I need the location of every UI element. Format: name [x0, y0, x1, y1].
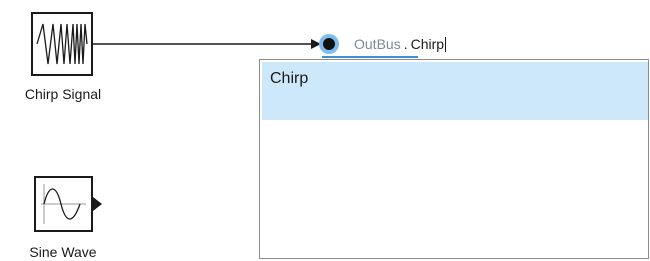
bus-element-input[interactable]: Chirp	[411, 36, 444, 52]
sine-waveform-icon	[41, 184, 86, 224]
sine-output-port-icon[interactable]	[93, 196, 103, 212]
suggestion-list[interactable]: Chirp	[259, 59, 649, 259]
chirp-signal-label: Chirp Signal	[24, 86, 102, 102]
sine-wave-block[interactable]	[34, 176, 93, 232]
bus-separator: .	[403, 36, 408, 52]
text-caret	[445, 36, 447, 52]
chirp-waveform-icon	[36, 23, 88, 65]
bus-element-editor[interactable]: OutBus . Chirp	[354, 34, 447, 54]
sine-wave-label: Sine Wave	[29, 244, 97, 260]
suggestion-item[interactable]: Chirp	[262, 62, 648, 120]
suggestion-label: Chirp	[270, 70, 309, 87]
model-canvas[interactable]: Chirp Signal Sine Wave OutBus . Chirp Ch…	[0, 0, 650, 261]
port-marker-icon[interactable]	[318, 33, 340, 55]
bus-name-text: OutBus	[354, 36, 401, 52]
chirp-signal-block[interactable]	[31, 12, 93, 76]
editor-underline	[322, 56, 418, 58]
